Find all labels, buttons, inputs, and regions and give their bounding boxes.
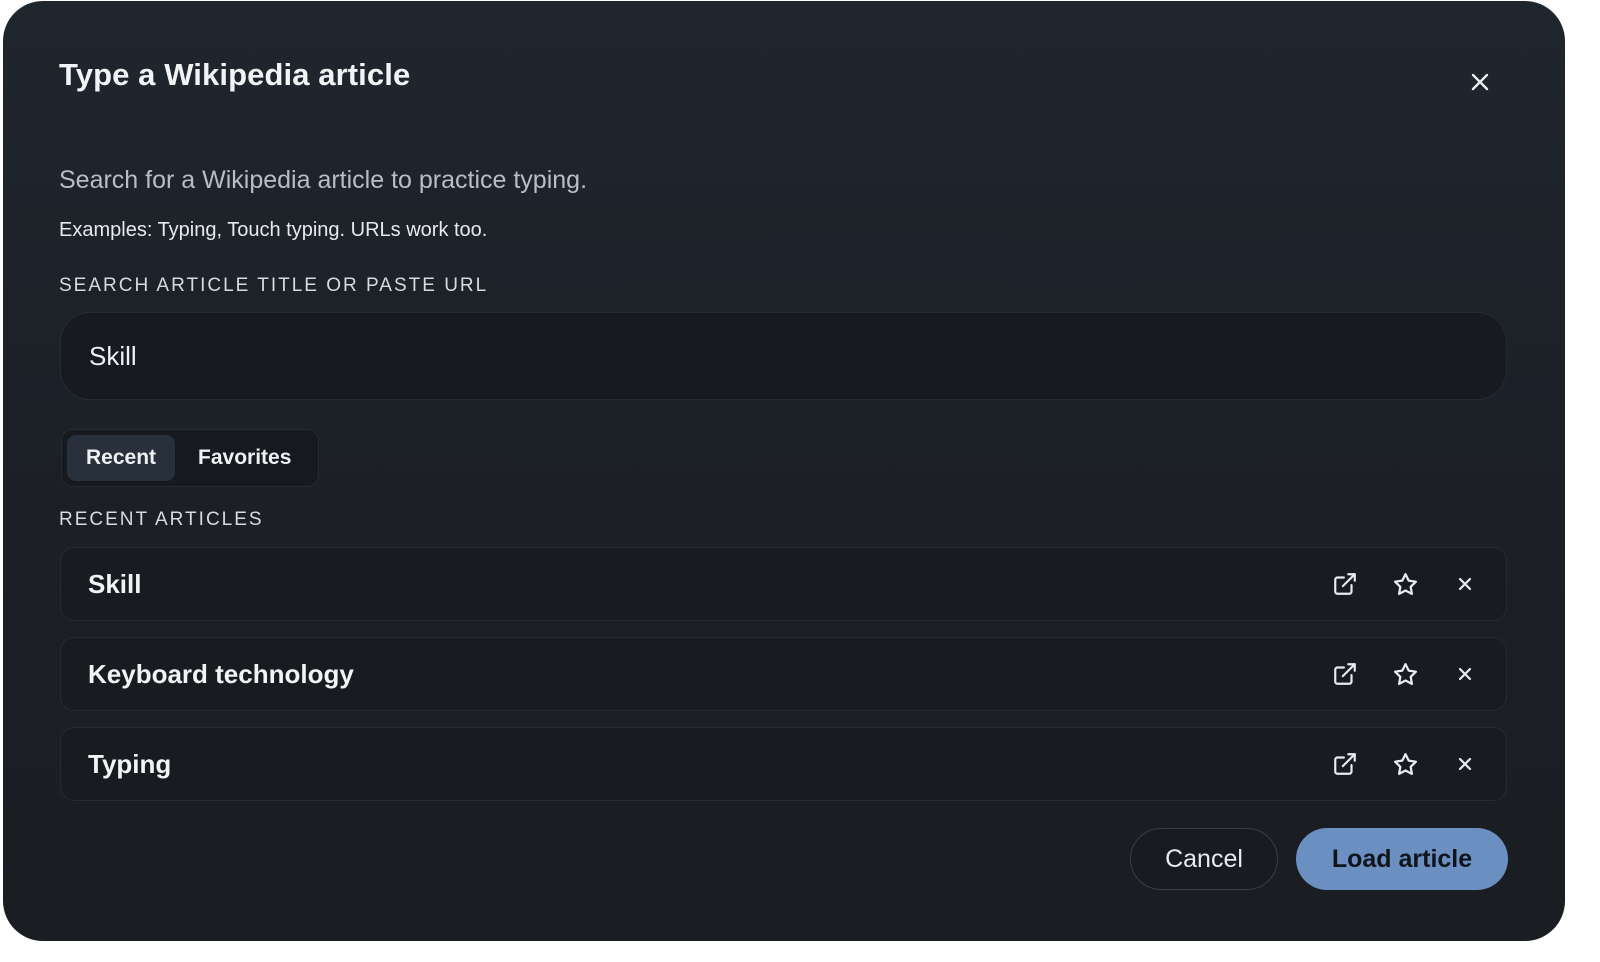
tab-recent[interactable]: Recent (67, 435, 176, 481)
article-title: Keyboard technology (88, 658, 354, 689)
list-item[interactable]: Skill (60, 547, 1507, 621)
list-item[interactable]: Typing (60, 727, 1507, 801)
wikipedia-article-dialog: Type a Wikipedia article Search for a Wi… (3, 1, 1565, 941)
row-actions (1326, 728, 1484, 800)
open-external-button[interactable] (1326, 655, 1364, 693)
article-title: Typing (88, 748, 172, 779)
open-external-button[interactable] (1326, 565, 1364, 603)
close-icon (1458, 757, 1472, 771)
close-icon (1458, 577, 1472, 591)
close-icon (1471, 73, 1489, 91)
favorite-button[interactable] (1386, 565, 1424, 603)
dialog-title: Type a Wikipedia article (59, 57, 411, 92)
favorite-button[interactable] (1386, 745, 1424, 783)
article-title: Skill (88, 568, 142, 599)
row-actions (1326, 638, 1484, 710)
external-link-icon (1334, 663, 1356, 685)
list-item[interactable]: Keyboard technology (60, 637, 1507, 711)
favorite-button[interactable] (1386, 655, 1424, 693)
dialog-subtitle: Search for a Wikipedia article to practi… (59, 166, 588, 194)
cancel-button[interactable]: Cancel (1130, 828, 1278, 890)
search-field-label: SEARCH ARTICLE TITLE OR PASTE URL (59, 275, 489, 296)
row-actions (1326, 548, 1484, 620)
tab-favorites[interactable]: Favorites (179, 435, 310, 481)
search-input[interactable] (60, 312, 1507, 400)
open-external-button[interactable] (1326, 745, 1364, 783)
examples-hint: Examples: Typing, Touch typing. URLs wor… (59, 219, 488, 241)
star-icon (1393, 572, 1417, 595)
star-icon (1393, 752, 1417, 775)
remove-article-button[interactable] (1446, 745, 1484, 783)
external-link-icon (1334, 573, 1356, 595)
load-article-button[interactable]: Load article (1296, 828, 1508, 890)
close-icon (1458, 667, 1472, 681)
article-tabs: Recent Favorites (61, 429, 319, 487)
remove-article-button[interactable] (1446, 655, 1484, 693)
remove-article-button[interactable] (1446, 565, 1484, 603)
recent-articles-label: RECENT ARTICLES (59, 509, 264, 530)
close-dialog-button[interactable] (1461, 63, 1499, 101)
external-link-icon (1334, 753, 1356, 775)
recent-articles-list: Skill Keyboard technology Typing (60, 547, 1507, 817)
star-icon (1393, 662, 1417, 685)
